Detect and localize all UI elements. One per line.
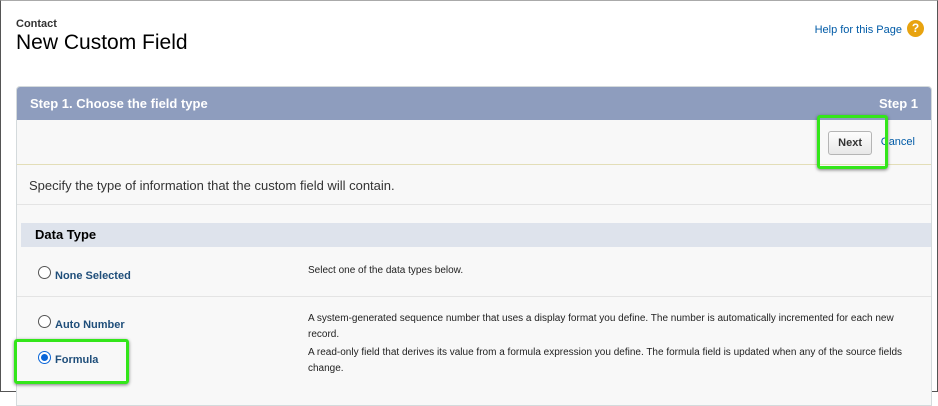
step-title: Step 1. Choose the field type [30, 96, 208, 111]
data-type-row-auto-number: Auto Number A system-generated sequence … [17, 297, 931, 340]
data-type-row-formula: Formula A read-only field that derives i… [17, 339, 931, 387]
option-label-formula[interactable]: Formula [55, 354, 98, 366]
radio-none-selected[interactable] [38, 266, 51, 279]
help-link[interactable]: Help for this Page [815, 24, 902, 36]
page-frame: Contact New Custom Field Help for this P… [0, 0, 938, 406]
data-type-row-none: None Selected Select one of the data typ… [17, 247, 931, 297]
next-button[interactable]: Next [828, 131, 872, 155]
help-icon[interactable]: ? [907, 20, 924, 37]
cancel-link[interactable]: Cancel [881, 136, 915, 148]
step-header: Step 1. Choose the field type Step 1 [17, 87, 931, 120]
page-title: New Custom Field [16, 31, 188, 54]
radio-formula[interactable] [38, 351, 51, 364]
button-row: Next Cancel [17, 120, 931, 165]
radio-auto-number[interactable] [38, 315, 51, 328]
option-label-auto-number[interactable]: Auto Number [55, 319, 125, 331]
instructions-text: Specify the type of information that the… [17, 165, 931, 205]
step-panel: Step 1. Choose the field type Step 1 Nex… [16, 86, 932, 406]
section-title-data-type: Data Type [21, 223, 931, 247]
step-indicator: Step 1 [878, 96, 918, 111]
object-label: Contact [16, 18, 57, 30]
option-description-formula: A read-only field that derives its value… [308, 347, 903, 374]
option-description-none-selected: Select one of the data types below. [308, 265, 464, 276]
option-label-none-selected[interactable]: None Selected [55, 270, 131, 282]
